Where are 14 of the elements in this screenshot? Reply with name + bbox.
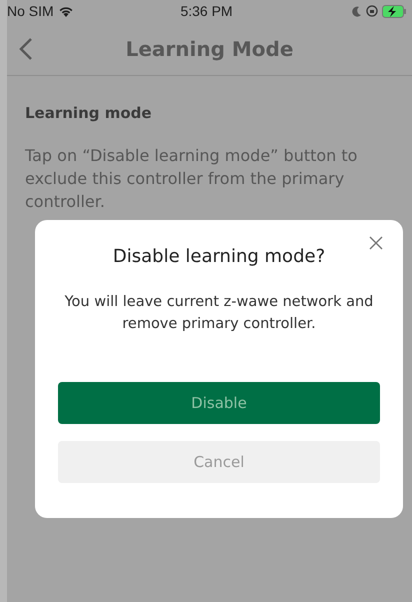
cancel-button[interactable]: Cancel <box>58 441 380 483</box>
carrier-label: No SIM <box>7 3 54 19</box>
close-icon[interactable] <box>369 236 383 250</box>
back-icon[interactable] <box>19 37 33 61</box>
status-time: 5:36 PM <box>180 3 233 19</box>
disable-button[interactable]: Disable <box>58 382 380 424</box>
dialog-title: Disable learning mode? <box>112 246 326 267</box>
screen-title: Learning Mode <box>124 36 294 60</box>
section-heading: Learning mode <box>25 104 153 122</box>
description-text: Tap on “Disable learning mode” button to exclude this controller from the primary controller. <box>25 145 358 213</box>
rotation-lock-icon <box>366 5 378 17</box>
moon-icon <box>352 6 362 16</box>
wifi-icon <box>58 5 74 17</box>
dialog-message: You will leave current z-wawe network and remove primary controller. <box>64 293 374 334</box>
